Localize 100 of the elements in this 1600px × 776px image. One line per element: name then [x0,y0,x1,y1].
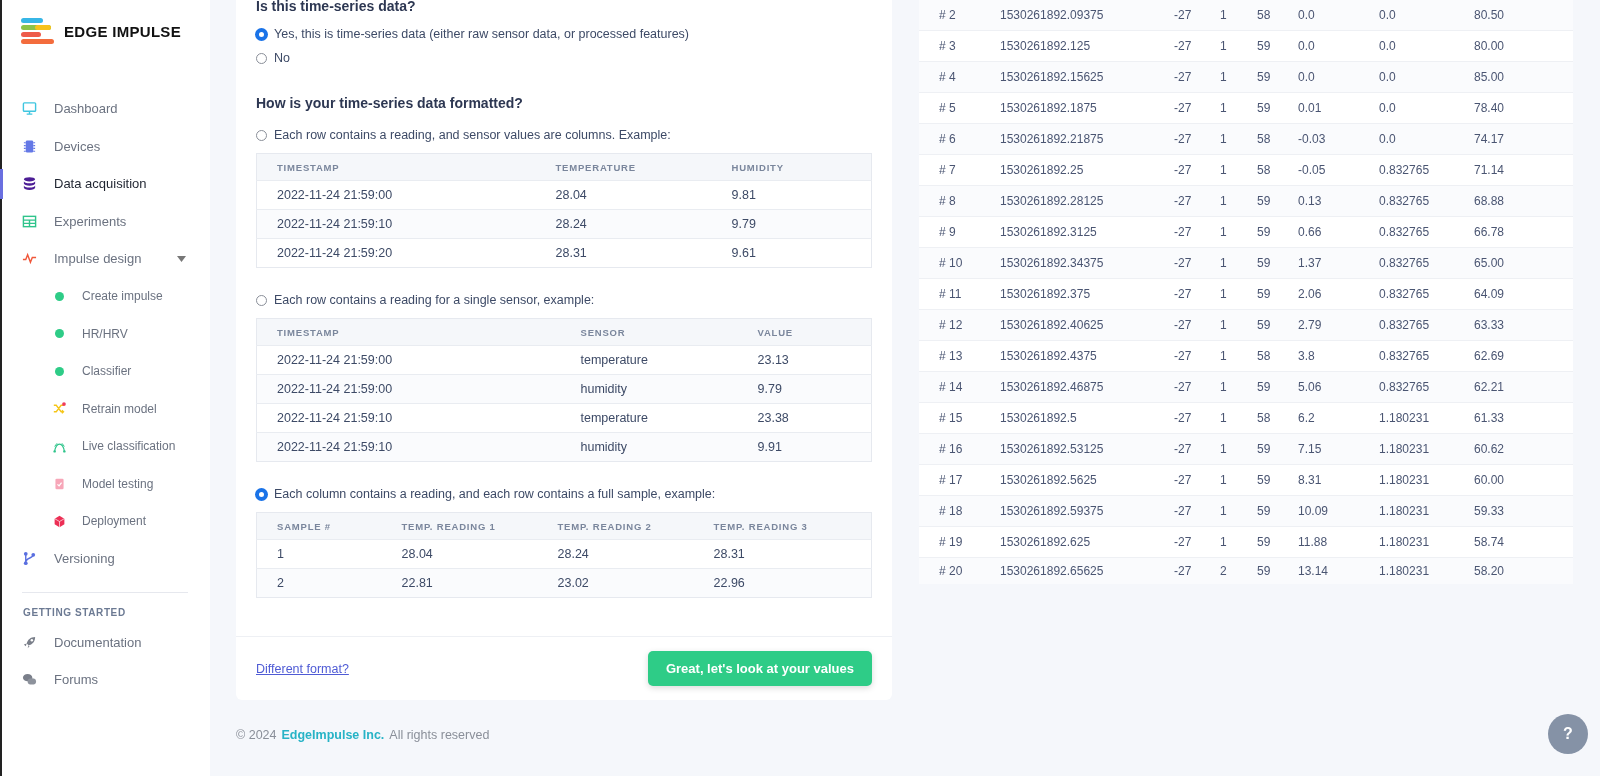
column-header: TEMP. READING 2 [537,512,694,540]
table-cell: humidity [560,432,738,462]
sidebar-item[interactable]: Documentation [2,623,210,661]
table-cell: 28.31 [693,539,872,569]
help-button[interactable]: ? [1548,714,1588,754]
sidebar-item[interactable]: Deployment [2,502,210,540]
grid-icon [22,213,37,229]
table-cell: 0.0 [1379,92,1474,124]
table-cell: 59 [1257,526,1298,558]
table-cell: -27 [1174,278,1220,310]
table-cell: 22.81 [381,568,538,598]
table-cell: # 14 [919,371,1000,403]
table-cell: 1530261892.4375 [1000,340,1174,372]
table-cell: 59 [1257,278,1298,310]
table-cell: 59 [1257,92,1298,124]
table-cell: # 19 [919,526,1000,558]
table-cell: 28.04 [535,180,712,210]
sidebar-item[interactable]: Experiments [2,202,210,240]
sidebar-item[interactable]: Dashboard [2,90,210,128]
table-cell: # 12 [919,309,1000,341]
table-cell: 0.0 [1379,123,1474,155]
table-cell: 10.09 [1298,495,1379,527]
table-cell: 0.0 [1379,0,1474,31]
column-header: TEMPERATURE [535,153,712,181]
table-cell: 1530261892.375 [1000,278,1174,310]
table-cell: -27 [1174,495,1220,527]
radio-button[interactable] [256,129,267,141]
radio-button[interactable] [256,52,267,64]
table-cell: 0.0 [1379,30,1474,62]
table-cell: 66.78 [1474,216,1573,248]
radio-option[interactable]: Yes, this is time-series data (either raw sensor data, or processed features) [256,22,872,46]
table-cell: -0.05 [1298,154,1379,186]
table-cell: 1530261892.625 [1000,526,1174,558]
table-cell: 28.04 [381,539,538,569]
radio-option[interactable]: Each column contains a reading, and each row contains a full sample, example: [256,482,872,506]
table-cell: -27 [1174,247,1220,279]
radio-option[interactable]: Each row contains a reading for a single sensor, example: [256,288,872,312]
table-cell: -27 [1174,309,1220,341]
table-cell: -27 [1174,464,1220,496]
table-cell: 1 [1220,433,1257,465]
table-cell: 1 [1220,247,1257,279]
table-cell: 1530261892.21875 [1000,123,1174,155]
table-cell: 1 [1220,371,1257,403]
table-cell: 2022-11-24 21:59:10 [256,403,561,433]
table-cell: 1 [1220,495,1257,527]
radio-option[interactable]: No [256,46,872,70]
sidebar-item[interactable]: Impulse design [2,240,210,278]
table-cell: 1 [1220,216,1257,248]
sidebar-item[interactable]: Retrain model [2,390,210,428]
logo-text: EDGE IMPULSE [64,22,181,40]
table-cell: 2022-11-24 21:59:00 [256,345,561,375]
sidebar-item[interactable]: Model testing [2,465,210,503]
caret-icon[interactable] [177,255,186,262]
table-cell: 58 [1257,340,1298,372]
table-cell: 1 [1220,30,1257,62]
table-cell: -27 [1174,433,1220,465]
table-cell: -27 [1174,30,1220,62]
table-cell: 1 [1220,340,1257,372]
table-cell: 2.79 [1298,309,1379,341]
column-header: TEMP. READING 1 [381,512,538,540]
table-cell: 7.15 [1298,433,1379,465]
table-cell: 59 [1257,371,1298,403]
table-cell: 1.37 [1298,247,1379,279]
table-cell: -27 [1174,371,1220,403]
table-cell: 1530261892.28125 [1000,185,1174,217]
table-cell: 0.13 [1298,185,1379,217]
column-header: TEMP. READING 3 [693,512,872,540]
table-cell: 59 [1257,495,1298,527]
table-cell: 58.74 [1474,526,1573,558]
table-cell: 59 [1257,61,1298,93]
table-cell: 80.50 [1474,0,1573,31]
table-cell: 0.0 [1379,61,1474,93]
radio-button[interactable] [256,294,267,306]
column-header: HUMIDITY [711,153,872,181]
table-cell: 0.832765 [1379,247,1474,279]
table-cell: 59 [1257,247,1298,279]
sidebar-item[interactable]: Data acquisition [2,165,210,203]
sidebar-item[interactable]: Create impulse [2,277,210,315]
radio-option[interactable]: Each row contains a reading, and sensor values are columns. Example: [256,123,872,147]
sidebar-item[interactable]: Live classification [2,427,210,465]
table-cell: 0.01 [1298,92,1379,124]
table-cell: 59 [1257,464,1298,496]
table-cell: 1.180231 [1379,433,1474,465]
table-cell: -27 [1174,526,1220,558]
sidebar-item[interactable]: Classifier [2,352,210,390]
table-cell: 22.96 [693,568,872,598]
different-format-link[interactable]: Different format? [256,661,349,676]
radio-button[interactable] [256,488,267,500]
table-cell: 58.20 [1474,557,1573,584]
radio-button[interactable] [256,28,267,40]
sidebar-item[interactable]: Forums [2,661,210,699]
table-cell: 1530261892.59375 [1000,495,1174,527]
sidebar-item[interactable]: HR/HRV [2,315,210,353]
table-cell: 2022-11-24 21:59:00 [256,374,561,404]
table-cell: 9.79 [711,209,872,239]
table-cell: -27 [1174,92,1220,124]
table-cell: # 11 [919,278,1000,310]
table-cell: 1.180231 [1379,526,1474,558]
sidebar-item[interactable]: Devices [2,127,210,165]
sidebar-item[interactable]: Versioning [2,540,210,578]
